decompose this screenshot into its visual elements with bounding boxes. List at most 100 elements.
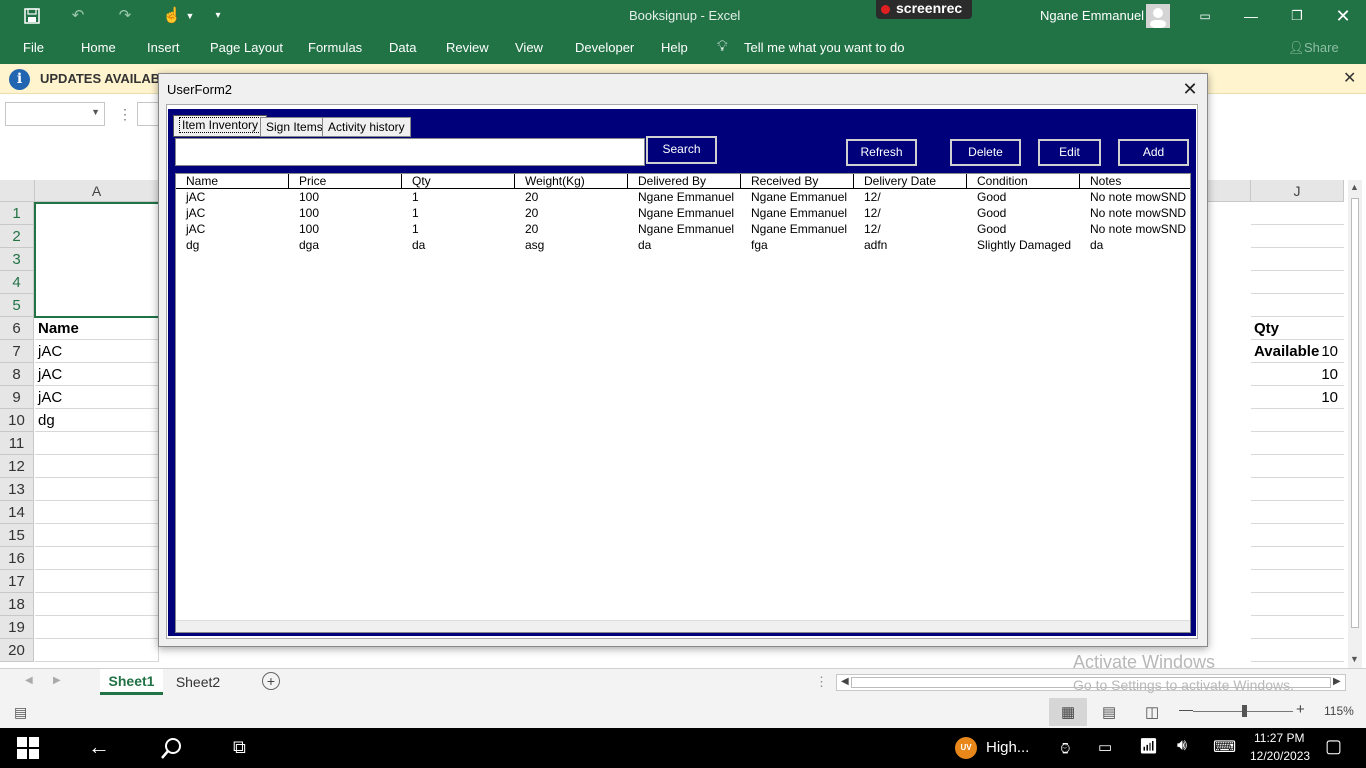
tab-insert[interactable]: Insert [147,40,180,55]
list-cell[interactable]: 100 [289,189,402,205]
add-sheet-icon[interactable]: + [262,672,280,690]
close-update-icon[interactable]: ✕ [1343,68,1356,88]
list-cell[interactable]: dg [176,237,289,253]
row-header[interactable]: 1 [0,202,34,225]
row-header[interactable]: 13 [0,478,34,501]
column-header-a[interactable]: A [35,180,159,202]
row-header[interactable]: 17 [0,570,34,593]
cell-a[interactable] [35,501,159,524]
battery-icon[interactable]: ▭ [1098,738,1112,756]
column-header-j[interactable]: J [1251,180,1344,202]
row-header[interactable]: 12 [0,455,34,478]
row-header[interactable]: 3 [0,248,34,271]
list-cell[interactable]: Ngane Emmanuel [628,221,741,237]
cell-a[interactable] [35,455,159,478]
close-icon[interactable]: ✕ [1179,78,1201,100]
list-cell[interactable]: Ngane Emmanuel [741,189,854,205]
restore-icon[interactable]: ❐ [1274,0,1320,32]
ribbon-display-icon[interactable]: ▭ [1182,0,1228,32]
name-box[interactable]: ▼ [5,102,105,126]
tab-page-layout[interactable]: Page Layout [210,40,283,55]
cell-j[interactable] [1251,225,1344,248]
row-header[interactable]: 20 [0,639,34,662]
list-cell[interactable]: adfn [854,237,967,253]
list-cell[interactable]: jAC [176,221,289,237]
cell-a[interactable] [35,570,159,593]
cell-a[interactable] [35,593,159,616]
row-header[interactable]: 19 [0,616,34,639]
tab-activity-history[interactable]: Activity history [322,117,411,137]
chevron-down-icon[interactable]: ▼ [91,107,100,117]
list-cell[interactable]: Ngane Emmanuel [628,205,741,221]
list-cell[interactable]: Ngane Emmanuel [741,205,854,221]
list-cell[interactable]: jAC [176,189,289,205]
list-cell[interactable]: Slightly Damaged [967,237,1080,253]
customize-qat-icon[interactable]: ▾ [208,6,228,26]
zoom-slider-thumb[interactable] [1242,705,1247,717]
share-icon[interactable]: 👤︎ [1288,40,1305,56]
row-header[interactable]: 4 [0,271,34,294]
cell-j[interactable] [1251,409,1344,432]
tab-sheet1[interactable]: Sheet1 [100,669,163,695]
back-arrow-icon[interactable]: ← [88,734,110,760]
row-header[interactable]: 6 [0,317,34,340]
tab-review[interactable]: Review [446,40,489,55]
list-cell[interactable]: Good [967,205,1080,221]
touch-mode-icon[interactable]: ☝ [162,6,182,26]
cell-j[interactable]: 10 [1251,386,1344,409]
meet-now-icon[interactable]: ⌚︎ [1058,738,1073,760]
cell-j[interactable] [1251,202,1344,225]
search-input[interactable] [175,138,645,166]
tab-help[interactable]: Help [661,40,688,55]
select-all-corner[interactable] [0,180,35,202]
cell-j[interactable] [1251,593,1344,616]
sheet-prev-icon[interactable]: ◀ [25,675,33,686]
cell-j[interactable] [1251,524,1344,547]
cell-j[interactable] [1251,501,1344,524]
list-cell[interactable]: 12/ [854,205,967,221]
list-cell[interactable]: Good [967,221,1080,237]
cell-a[interactable] [35,639,159,662]
list-cell[interactable]: Ngane Emmanuel [628,189,741,205]
tab-sign-items[interactable]: Sign Items [260,117,329,137]
list-cell[interactable]: 1 [402,205,515,221]
cell-a[interactable]: Name [35,317,159,340]
row-header[interactable]: 11 [0,432,34,455]
scroll-down-icon[interactable]: ▼ [1350,654,1359,664]
minimize-icon[interactable]: — [1228,0,1274,32]
cell-j[interactable] [1251,547,1344,570]
column-header-i[interactable] [1208,180,1251,202]
row-header[interactable]: 18 [0,593,34,616]
scroll-up-icon[interactable]: ▲ [1350,182,1359,192]
weather-label[interactable]: High... [986,739,1029,756]
edit-button[interactable]: Edit [1038,139,1101,166]
clock-date[interactable]: 12/20/2023 [1250,749,1310,763]
volume-icon[interactable]: 🔊︎ [1177,737,1187,755]
redo-icon[interactable]: ↷ [115,6,135,26]
list-cell[interactable]: asg [515,237,628,253]
cell-a[interactable]: jAC [35,363,159,386]
zoom-level[interactable]: 115% [1324,704,1354,718]
cell-j[interactable] [1251,478,1344,501]
row-header[interactable]: 9 [0,386,34,409]
cell-a[interactable] [35,432,159,455]
list-cell[interactable]: jAC [176,205,289,221]
list-cell[interactable]: 12/ [854,221,967,237]
tell-me-search[interactable]: Tell me what you want to do [744,40,904,55]
windows-start-icon[interactable] [17,737,39,764]
row-header[interactable]: 2 [0,225,34,248]
scroll-thumb[interactable] [1351,198,1359,628]
cell-j[interactable] [1251,248,1344,271]
keyboard-icon[interactable]: ⌨︎ [1213,737,1236,757]
cell-j[interactable]: 10 [1251,340,1344,363]
cell-a[interactable] [35,524,159,547]
list-cell[interactable]: da [402,237,515,253]
page-layout-icon[interactable]: ▤ [1102,703,1116,721]
cell-j[interactable] [1251,271,1344,294]
cell-a[interactable] [35,616,159,639]
list-cell[interactable]: Ngane Emmanuel [741,221,854,237]
list-cell[interactable]: 100 [289,205,402,221]
share-button[interactable]: Share [1304,40,1339,55]
listbox-horizontal-scrollbar[interactable] [176,620,1190,632]
row-header[interactable]: 8 [0,363,34,386]
